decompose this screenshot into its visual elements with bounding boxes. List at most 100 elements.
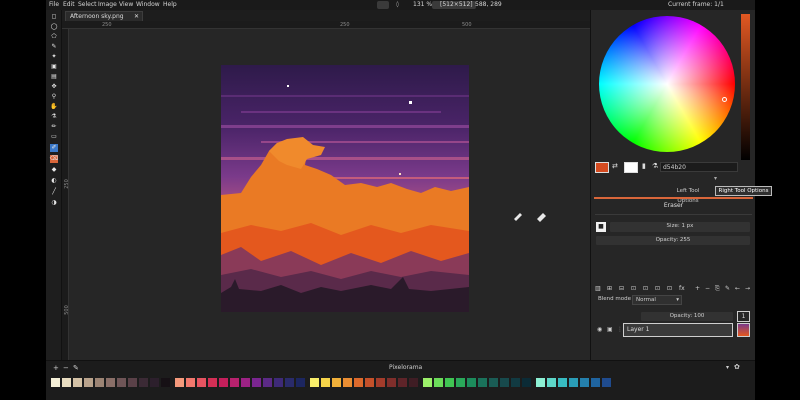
brush-type-button[interactable]: ■ [596, 222, 606, 232]
layer-fx-icon[interactable]: fx [679, 285, 685, 292]
eraser-tool-right-icon[interactable]: ⌫ [50, 155, 58, 163]
palette-swatch[interactable] [62, 378, 71, 387]
remove-palette-button[interactable]: − [63, 364, 69, 372]
pan-icon[interactable]: ✋ [50, 103, 58, 111]
layer-menu-icon[interactable]: ▥ [595, 285, 601, 292]
tab-close-icon[interactable]: ✕ [134, 12, 139, 21]
move-layer-up-icon[interactable]: ⊡ [631, 285, 636, 292]
zoom-toggle-button[interactable] [377, 1, 389, 9]
palette-swatch[interactable] [409, 378, 418, 387]
layer-cel-thumbnail[interactable] [737, 323, 750, 337]
vertical-ruler[interactable]: 250 500 [62, 29, 70, 360]
tab-afternoon-sky[interactable]: Afternoon sky.png ✕ [65, 11, 143, 21]
palette-swatch[interactable] [343, 378, 352, 387]
move-layer-down-icon[interactable]: ⊡ [643, 285, 648, 292]
pencil-icon[interactable]: ✏ [50, 123, 58, 131]
palette-swatch[interactable] [310, 378, 319, 387]
right-color-swatch[interactable] [624, 162, 638, 173]
color-wheel[interactable] [599, 16, 735, 152]
tab-right-tool-options[interactable]: Right Tool Options [715, 186, 772, 196]
palette-swatch[interactable] [591, 378, 600, 387]
tab-left-tool-options[interactable]: Left Tool Options [667, 186, 709, 204]
palette-swatch[interactable] [602, 378, 611, 387]
palette-menu-icon[interactable]: ▾ [726, 364, 729, 371]
layer-opacity-slider[interactable]: Opacity: 100 [641, 312, 733, 321]
palette-swatch[interactable] [208, 378, 217, 387]
menu-window[interactable]: Window [136, 1, 160, 8]
brush-opacity-slider[interactable]: Opacity: 255 [596, 236, 750, 245]
palette-swatch[interactable] [175, 378, 184, 387]
left-color-swatch[interactable] [595, 162, 609, 173]
palette-swatch[interactable] [376, 378, 385, 387]
palette-swatch[interactable] [321, 378, 330, 387]
menu-select[interactable]: Select [78, 1, 97, 8]
swap-colors-icon[interactable]: ⇄ [612, 162, 618, 170]
palette-swatch[interactable] [536, 378, 545, 387]
blend-mode-select[interactable]: Normal ▾ [632, 295, 682, 305]
palette-swatch[interactable] [511, 378, 520, 387]
color-picker-icon[interactable]: ⚗ [50, 113, 58, 121]
palette-swatch[interactable] [332, 378, 341, 387]
edit-palette-button[interactable]: ✎ [73, 364, 79, 372]
palette-swatch[interactable] [456, 378, 465, 387]
menu-edit[interactable]: Edit [63, 1, 75, 8]
add-frame-icon[interactable]: + [695, 285, 700, 292]
menu-image[interactable]: Image [98, 1, 117, 8]
hex-color-field[interactable]: d54b20 [660, 162, 738, 172]
menu-view[interactable]: View [119, 1, 133, 8]
palette-swatch[interactable] [84, 378, 93, 387]
palette-swatch[interactable] [73, 378, 82, 387]
palette-swatch[interactable] [263, 378, 272, 387]
rect-select-icon[interactable]: ◻ [50, 13, 58, 21]
merge-layer-icon[interactable]: ⊡ [667, 285, 672, 292]
palette-swatch[interactable] [445, 378, 454, 387]
palette-swatch[interactable] [580, 378, 589, 387]
palette-swatch[interactable] [95, 378, 104, 387]
palette-swatch[interactable] [558, 378, 567, 387]
palette-swatch[interactable] [296, 378, 305, 387]
layer-visibility-eye-icon[interactable]: ◉ [597, 326, 602, 333]
pixel-art-canvas[interactable] [69, 29, 590, 360]
palette-swatch[interactable] [398, 378, 407, 387]
palette-swatch[interactable] [252, 378, 261, 387]
ellipse-select-icon[interactable]: ◯ [50, 23, 58, 31]
palette-swatch[interactable] [150, 378, 159, 387]
palette-swatch[interactable] [117, 378, 126, 387]
palette-swatch[interactable] [423, 378, 432, 387]
remove-frame-icon[interactable]: − [705, 285, 710, 292]
palette-swatch[interactable] [186, 378, 195, 387]
palette-swatch[interactable] [128, 378, 137, 387]
palette-swatch[interactable] [230, 378, 239, 387]
magic-wand-icon[interactable]: ✦ [50, 53, 58, 61]
pencil-tool-left-icon[interactable]: ✐ [50, 144, 58, 152]
zoom-icon[interactable]: ⚲ [50, 93, 58, 101]
canvas-area[interactable] [69, 29, 590, 360]
color-wheel-picker-handle[interactable] [722, 97, 727, 102]
copy-frame-icon[interactable]: ⎘ [715, 285, 720, 293]
reset-colors-icon[interactable]: ▮ [642, 162, 646, 170]
palette-swatch[interactable] [478, 378, 487, 387]
clone-layer-icon[interactable]: ⊡ [655, 285, 660, 292]
palette-swatch[interactable] [274, 378, 283, 387]
brush-size-slider[interactable]: Size: 1 px [610, 222, 750, 232]
frame-left-icon[interactable]: ← [735, 285, 740, 292]
delete-layer-icon[interactable]: ⊟ [619, 285, 624, 292]
new-layer-icon[interactable]: ⊞ [607, 285, 612, 292]
palette-swatch[interactable] [522, 378, 531, 387]
palette-swatch[interactable] [569, 378, 578, 387]
layer-lock-icon[interactable]: ▣ [607, 326, 613, 333]
palette-swatch[interactable] [365, 378, 374, 387]
menu-file[interactable]: File [49, 1, 59, 8]
frame-options-icon[interactable]: ✎ [725, 285, 730, 292]
horizontal-ruler[interactable]: 250 250 500 [62, 21, 590, 29]
color-select-icon[interactable]: ▣ [50, 63, 58, 71]
frame-right-icon[interactable]: → [745, 285, 750, 292]
layer-row[interactable]: Layer 1 [623, 323, 733, 337]
add-palette-button[interactable]: + [53, 364, 59, 372]
palette-swatch[interactable] [500, 378, 509, 387]
bucket-icon[interactable]: ◆ [50, 166, 58, 174]
palette-swatch[interactable] [106, 378, 115, 387]
palette-swatch[interactable] [285, 378, 294, 387]
crop-icon[interactable]: ▭ [50, 133, 58, 141]
palette-swatch[interactable] [489, 378, 498, 387]
